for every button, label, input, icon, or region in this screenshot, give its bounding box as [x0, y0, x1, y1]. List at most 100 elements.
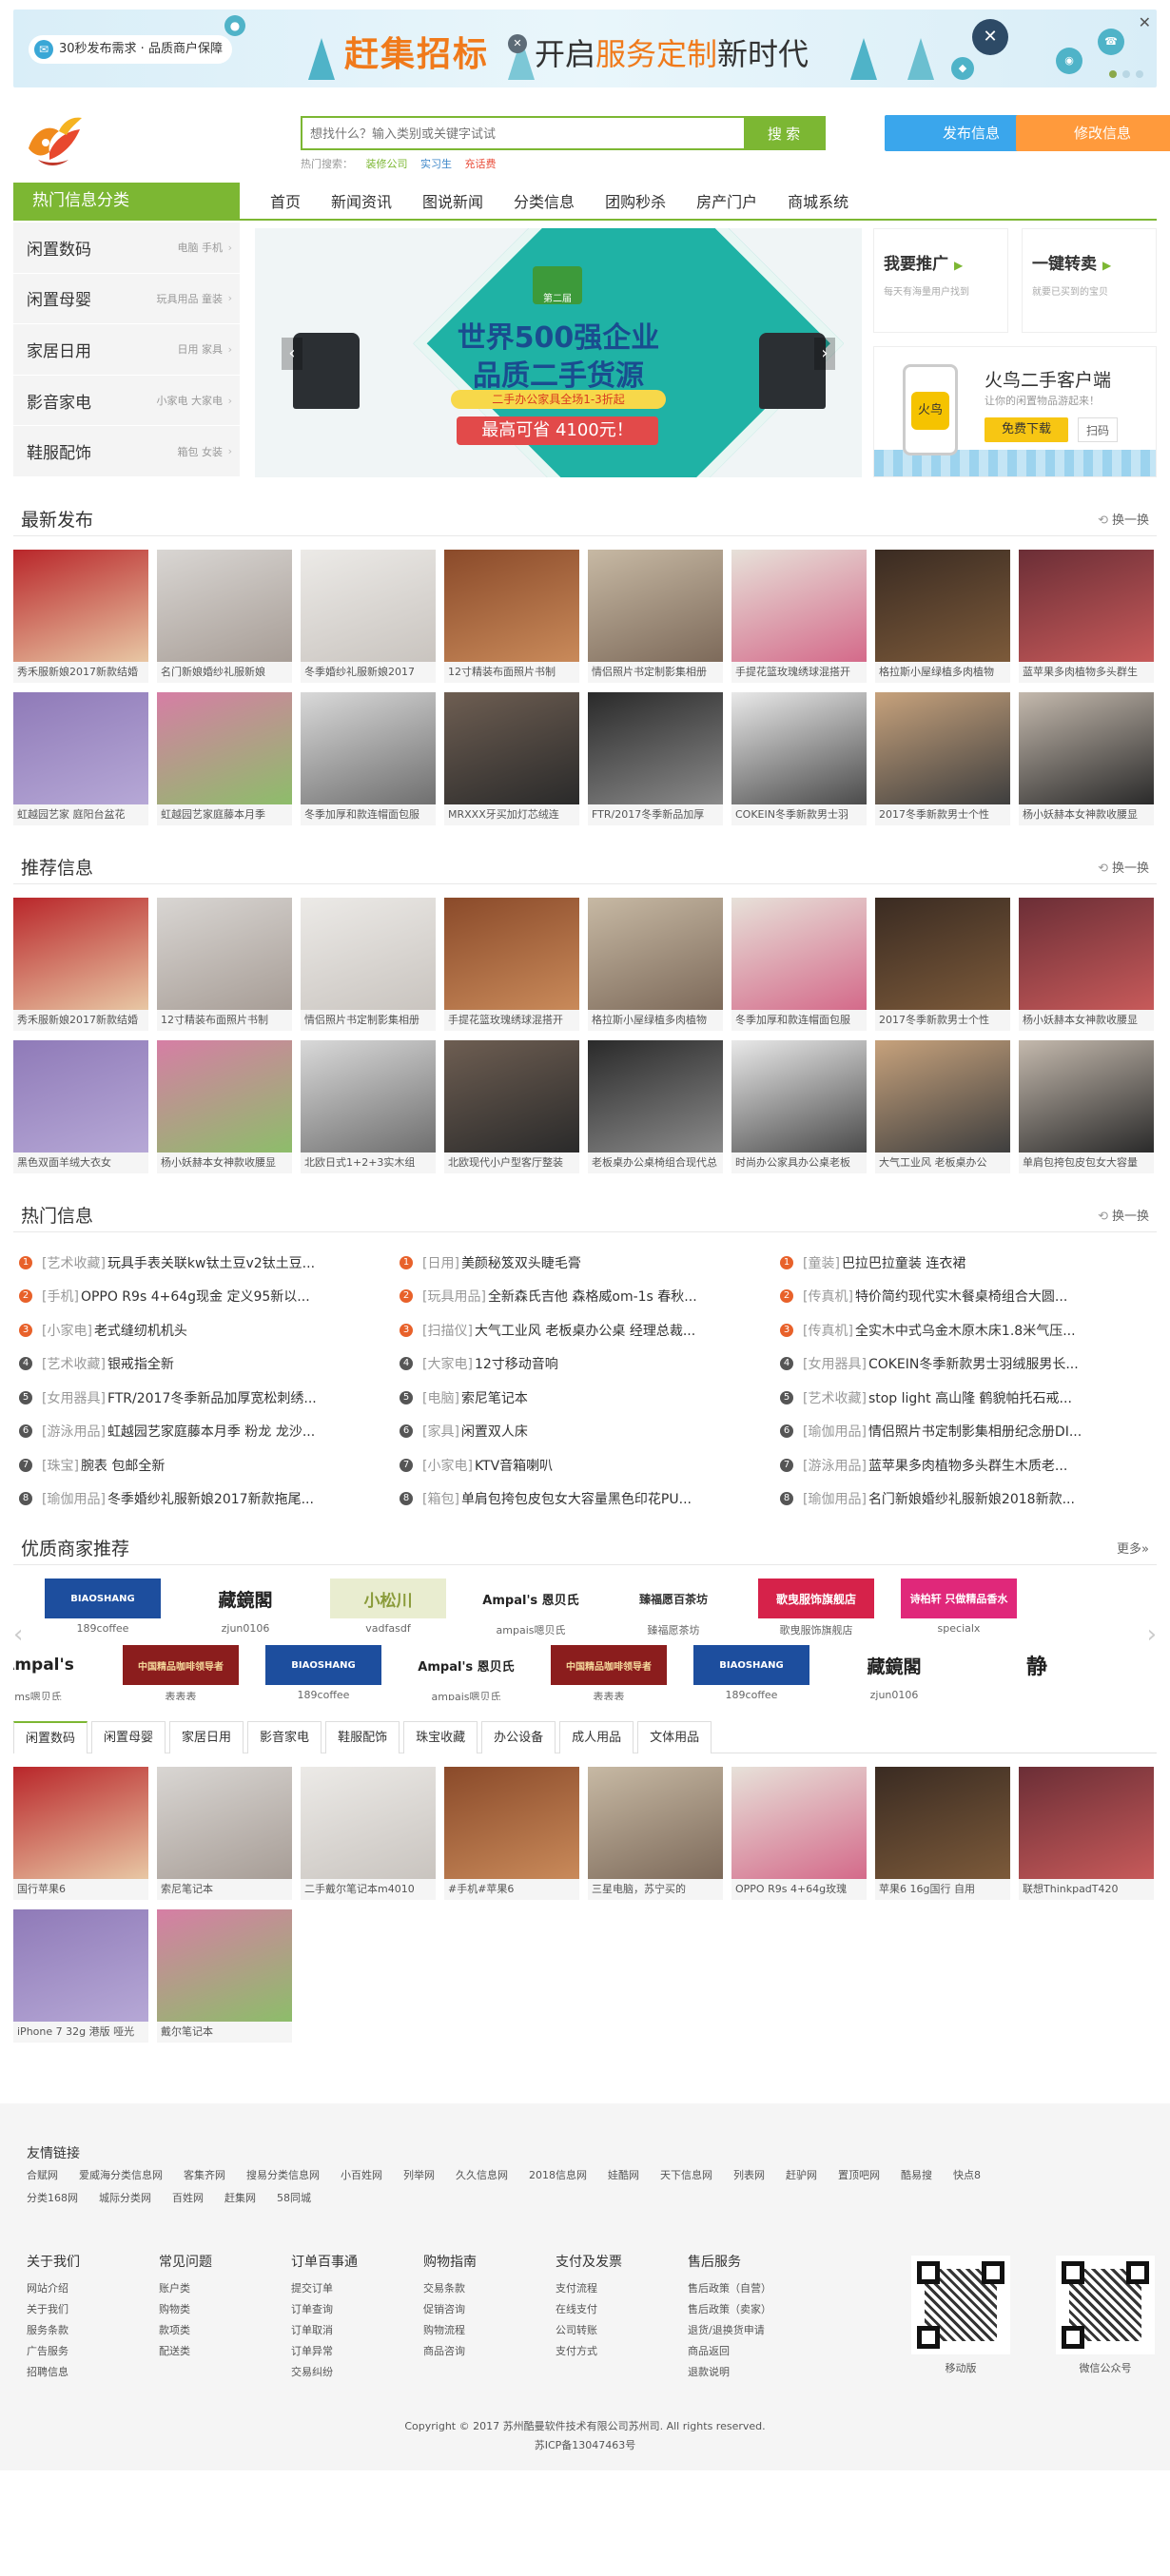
product-card[interactable]: 戴尔笔记本: [157, 1909, 292, 2043]
hot-item-category[interactable]: [玩具用品]: [422, 1287, 486, 1306]
product-image[interactable]: [875, 550, 1010, 662]
merchant-card[interactable]: 中国精品咖啡领导者 表表表: [546, 1645, 672, 1700]
tab-item[interactable]: 文体用品: [637, 1721, 712, 1753]
product-card[interactable]: 蓝苹果多肉植物多头群生: [1019, 550, 1154, 683]
hot-item[interactable]: 4 [大家电] 12寸移动音响: [400, 1347, 774, 1382]
hot-item[interactable]: 5 [女用器具] FTR/2017冬季新品加厚宽松刺绣...: [19, 1381, 394, 1415]
footer-link[interactable]: 售后政策（自营）: [688, 2278, 771, 2299]
product-card[interactable]: 手提花篮玫瑰绣球混搭开: [444, 898, 579, 1031]
hot-item-category[interactable]: [瑜伽用品]: [803, 1422, 867, 1441]
hot-item-category[interactable]: [艺术收藏]: [42, 1253, 106, 1272]
hot-item-title[interactable]: COKEIN冬季新款男士羽绒服男长...: [868, 1354, 1079, 1373]
nav-item-photo-news[interactable]: 图说新闻: [407, 183, 498, 223]
chevron-left-icon[interactable]: ‹: [13, 1620, 23, 1649]
friend-link[interactable]: 赶集网: [224, 2187, 256, 2210]
product-caption[interactable]: MRXXX牙买加灯芯绒连: [444, 804, 579, 825]
logo-icon[interactable]: [21, 110, 88, 171]
hot-item-category[interactable]: [小家电]: [422, 1456, 473, 1475]
hot-item-title[interactable]: stop light 高山隆 鹤貌帕托石戒...: [868, 1388, 1072, 1407]
product-image[interactable]: [157, 1909, 292, 2022]
hot-item[interactable]: 8 [瑜伽用品] 冬季婚纱礼服新娘2017新款拖尾...: [19, 1482, 394, 1517]
hot-item-title[interactable]: 单肩包挎包皮包女大容量黑色印花PU...: [461, 1489, 692, 1508]
product-card[interactable]: 12寸精装布面照片书制: [444, 550, 579, 683]
product-caption[interactable]: 秀禾服新娘2017新款结婚: [13, 1010, 148, 1031]
friend-link[interactable]: 赶驴网: [786, 2164, 817, 2187]
product-image[interactable]: [731, 692, 867, 804]
product-caption[interactable]: 杨小妖赫本女神款收腰显: [1019, 1010, 1154, 1031]
product-card[interactable]: 杨小妖赫本女神款收腰显: [157, 1040, 292, 1173]
hot-item-category[interactable]: [日用]: [422, 1253, 459, 1272]
merchant-logo[interactable]: 藏鏡閣: [836, 1645, 952, 1685]
merchant-logo[interactable]: Ampal's 恩贝氏: [473, 1579, 589, 1618]
product-card[interactable]: 冬季婚纱礼服新娘2017: [301, 550, 436, 683]
hot-item-category[interactable]: [手机]: [42, 1287, 79, 1306]
resell-box[interactable]: 一键转卖 ▶ 就要已买到的宝贝: [1022, 228, 1157, 333]
merchant-name[interactable]: 189coffee: [689, 1689, 814, 1700]
hot-item-title[interactable]: 特价简约现代实木餐桌椅组合大圆...: [855, 1287, 1067, 1306]
product-card[interactable]: 杨小妖赫本女神款收腰显: [1019, 692, 1154, 825]
product-image[interactable]: [13, 1767, 148, 1879]
product-image[interactable]: [157, 550, 292, 662]
hot-item-title[interactable]: 大气工业风 老板桌办公桌 经理总裁...: [475, 1321, 695, 1340]
product-image[interactable]: [875, 1040, 1010, 1152]
product-card[interactable]: 虹越园艺家 庭阳台盆花: [13, 692, 148, 825]
hot-item-title[interactable]: 美颜秘笈双头睫毛膏: [461, 1253, 581, 1272]
footer-link[interactable]: 账户类: [159, 2278, 212, 2299]
edit-info-button[interactable]: 修改信息: [1016, 115, 1170, 151]
friend-link[interactable]: 酷易搜: [901, 2164, 932, 2187]
product-card[interactable]: 冬季加厚和款连帽面包服: [301, 692, 436, 825]
product-caption[interactable]: 手提花篮玫瑰绣球混搭开: [731, 662, 867, 683]
product-caption[interactable]: FTR/2017冬季新品加厚: [588, 804, 723, 825]
footer-link[interactable]: 退款说明: [688, 2362, 771, 2383]
product-caption[interactable]: #手机#苹果6: [444, 1879, 579, 1900]
merchant-card[interactable]: BIAOSHANG 189coffee: [40, 1579, 166, 1639]
footer-link[interactable]: 订单取消: [291, 2320, 358, 2341]
nav-item-news[interactable]: 新闻资讯: [316, 183, 407, 223]
hot-item[interactable]: 5 [电脑] 索尼笔记本: [400, 1381, 774, 1415]
hot-item-category[interactable]: [家具]: [422, 1422, 459, 1441]
product-image[interactable]: [13, 692, 148, 804]
chevron-left-icon[interactable]: ‹: [282, 338, 302, 370]
product-image[interactable]: [444, 1767, 579, 1879]
hot-item[interactable]: 6 [家具] 闲置双人床: [400, 1415, 774, 1449]
category-item[interactable]: 闲置母婴 玩具用品 童装 ›: [13, 274, 240, 325]
product-image[interactable]: [301, 898, 436, 1010]
merchant-logo[interactable]: Ampal's 恩贝氏: [408, 1645, 524, 1685]
hot-item-category[interactable]: [箱包]: [422, 1489, 459, 1508]
product-image[interactable]: [1019, 550, 1154, 662]
product-image[interactable]: [588, 692, 723, 804]
hot-item-category[interactable]: [大家电]: [422, 1354, 473, 1373]
product-card[interactable]: 北欧现代小户型客厅整装: [444, 1040, 579, 1173]
product-caption[interactable]: OPPO R9s 4+64g玫瑰: [731, 1879, 867, 1900]
merchant-card[interactable]: Ampal's 恩贝氏 ampais嗯贝氏: [468, 1579, 594, 1639]
friend-link[interactable]: 合赋网: [27, 2164, 58, 2187]
category-item[interactable]: 家居日用 日用 家具 ›: [13, 324, 240, 376]
merchant-name[interactable]: ampais嗯贝氏: [403, 1689, 529, 1700]
product-image[interactable]: [1019, 1040, 1154, 1152]
product-caption[interactable]: iPhone 7 32g 港版 哑光: [13, 2022, 148, 2043]
hot-item-category[interactable]: [游泳用品]: [42, 1422, 106, 1441]
product-caption[interactable]: 黑色双面羊绒大衣女: [13, 1152, 148, 1173]
hot-search-link[interactable]: 装修公司: [366, 158, 408, 170]
hot-category-title[interactable]: 热门信息分类: [13, 183, 240, 219]
hot-item-title[interactable]: 玩具手表关联kw钛土豆v2钛土豆...: [107, 1253, 315, 1272]
hot-item[interactable]: 4 [女用器具] COKEIN冬季新款男士羽绒服男长...: [780, 1347, 1155, 1382]
merchant-card[interactable]: 臻福愿百茶坊 臻福愿茶坊: [611, 1579, 736, 1639]
product-card[interactable]: COKEIN冬季新款男士羽: [731, 692, 867, 825]
product-caption[interactable]: 2017冬季新款男士个性: [875, 1010, 1010, 1031]
merchant-card[interactable]: 藏鏡閣 zjun0106: [183, 1579, 308, 1639]
merchant-logo[interactable]: 中国精品咖啡领导者: [123, 1645, 239, 1685]
product-caption[interactable]: 苹果6 16g国行 自用: [875, 1879, 1010, 1900]
product-image[interactable]: [731, 550, 867, 662]
hot-item-title[interactable]: 老式缝纫机机头: [94, 1321, 187, 1340]
merchant-card[interactable]: 小松川 vadfasdf: [325, 1579, 451, 1639]
footer-link[interactable]: 招聘信息: [27, 2362, 80, 2383]
product-image[interactable]: [301, 692, 436, 804]
product-card[interactable]: FTR/2017冬季新品加厚: [588, 692, 723, 825]
hot-item[interactable]: 3 [传真机] 全实木中式乌金木原木床1.8米气压...: [780, 1313, 1155, 1347]
product-image[interactable]: [13, 550, 148, 662]
nav-item-home[interactable]: 首页: [255, 183, 316, 223]
footer-link[interactable]: 广告服务: [27, 2341, 80, 2362]
merchant-name[interactable]: 189coffee: [40, 1622, 166, 1635]
hot-item-title[interactable]: 闲置双人床: [461, 1422, 528, 1441]
